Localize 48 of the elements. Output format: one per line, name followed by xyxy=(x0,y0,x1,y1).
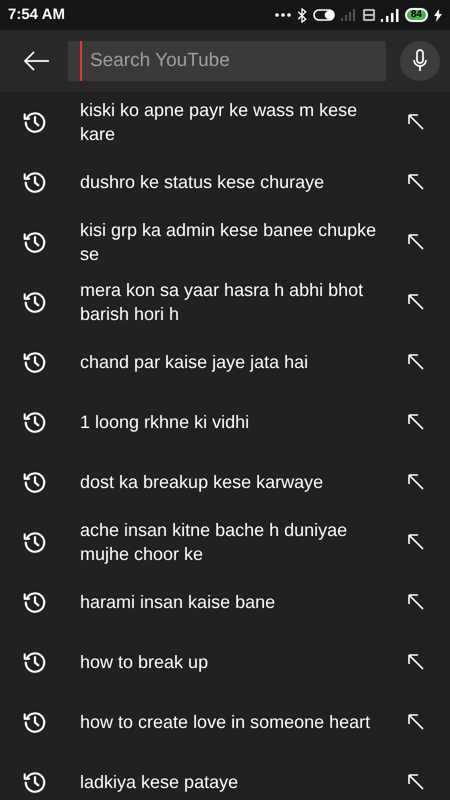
status-time: 7:54 AM xyxy=(8,4,65,25)
history-icon xyxy=(22,289,48,315)
history-icon xyxy=(22,229,48,255)
history-icon xyxy=(22,769,48,795)
suggestion-text[interactable]: mera kon sa yaar hasra h abhi bhot barish hori h xyxy=(80,278,394,326)
arrow-icon[interactable] xyxy=(406,592,426,612)
history-icon xyxy=(22,589,48,615)
history-icon xyxy=(22,469,48,495)
arrow-icon[interactable] xyxy=(406,532,426,552)
battery-indicator: 84 xyxy=(404,8,428,22)
bluetooth-icon xyxy=(296,8,307,22)
arrow-icon[interactable] xyxy=(406,172,426,192)
arrow-icon[interactable] xyxy=(406,772,426,792)
suggestion-text[interactable]: how to create love in someone heart xyxy=(80,710,394,734)
charging-icon xyxy=(434,8,442,22)
suggestion-text[interactable]: ladkiya kese pataye xyxy=(80,770,394,794)
arrow-icon[interactable] xyxy=(406,412,426,432)
arrow-icon[interactable] xyxy=(406,112,426,132)
suggestion-text[interactable]: kisi grp ka admin kese banee chupke se xyxy=(80,218,394,266)
history-icon xyxy=(22,409,48,435)
suggestion-text[interactable]: how to break up xyxy=(80,650,394,674)
suggestion-text[interactable]: dost ka breakup kese karwaye xyxy=(80,470,394,494)
signal-icon xyxy=(380,8,399,22)
toggle-icon xyxy=(312,9,335,21)
arrow-icon[interactable] xyxy=(406,712,426,732)
arrow-icon[interactable] xyxy=(406,352,426,372)
suggestion-text[interactable]: harami insan kaise bane xyxy=(80,590,394,614)
history-icon xyxy=(22,709,48,735)
arrow-icon[interactable] xyxy=(406,472,426,492)
suggestion-text[interactable]: kiski ko apne payr ke wass m kese kare xyxy=(80,98,394,146)
mic-button[interactable] xyxy=(400,41,440,81)
suggestion-text[interactable]: dushro ke status kese churaye xyxy=(80,170,394,194)
suggestion-text[interactable]: ache insan kitne bache h duniyae mujhe choor ke xyxy=(80,518,394,566)
arrow-icon[interactable] xyxy=(406,292,426,312)
history-icon xyxy=(22,169,48,195)
search-field[interactable]: Search YouTube xyxy=(68,41,386,81)
suggestion-text[interactable]: 1 loong rkhne ki vidhi xyxy=(80,410,394,434)
arrow-icon[interactable] xyxy=(406,232,426,252)
arrow-icon[interactable] xyxy=(406,652,426,672)
mic-icon xyxy=(412,49,428,73)
history-icon xyxy=(22,109,48,135)
suggestion-text[interactable]: chand par kaise jaye jata hai xyxy=(80,350,394,374)
history-icon xyxy=(22,349,48,375)
more-dots-icon xyxy=(274,13,291,17)
back-arrow-icon xyxy=(24,51,50,71)
history-icon xyxy=(22,529,48,555)
history-icon xyxy=(22,649,48,675)
signal-icon xyxy=(340,9,357,21)
